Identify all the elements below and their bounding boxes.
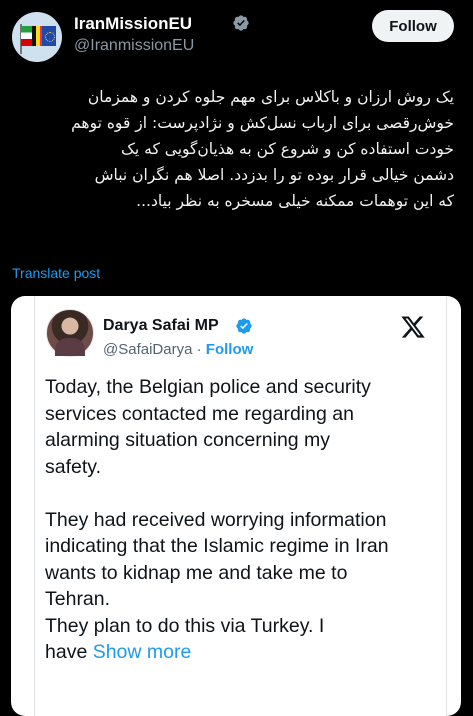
quoted-author-handle[interactable]: @SafaiDarya xyxy=(103,341,192,358)
follow-button[interactable]: Follow xyxy=(372,10,454,42)
quoted-verified-icon xyxy=(236,318,252,334)
show-more-link[interactable]: Show more xyxy=(93,641,192,663)
x-logo-icon[interactable] xyxy=(400,314,426,340)
meta-separator: · xyxy=(192,341,206,358)
author-handle[interactable]: @IranmissionEU xyxy=(74,37,194,55)
author-name[interactable]: IranMissionEU xyxy=(74,14,192,34)
eu-flag-icon xyxy=(42,26,56,46)
quoted-author-name[interactable]: Darya Safai MP xyxy=(103,317,219,335)
author-avatar[interactable] xyxy=(12,12,62,62)
verified-icon xyxy=(233,15,249,31)
quoted-tweet-body: Today, the Belgian police and security s… xyxy=(45,376,389,663)
card-left-edge xyxy=(34,296,35,716)
quoted-author-avatar[interactable] xyxy=(46,309,94,357)
translate-post-link[interactable]: Translate post xyxy=(12,265,100,281)
card-right-edge xyxy=(446,296,447,716)
quoted-author-meta: @SafaiDarya · Follow xyxy=(103,341,253,358)
quoted-follow-link[interactable]: Follow xyxy=(206,341,254,358)
post-text: یک روش ارزان و باکلاس برای مهم جلوه کردن… xyxy=(71,88,454,210)
quoted-tweet-card[interactable]: Darya Safai MP @SafaiDarya · Follow Toda… xyxy=(11,296,461,716)
quoted-tweet-text: Today, the Belgian police and security s… xyxy=(45,374,440,666)
